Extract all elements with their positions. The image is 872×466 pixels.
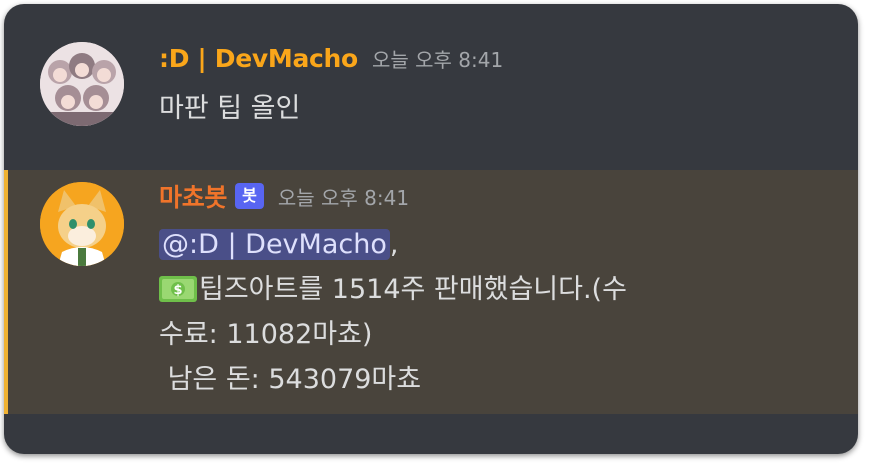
message-content: 마판 팁 올인 [159, 86, 300, 131]
svg-text:$: $ [173, 283, 182, 298]
mention-suffix: , [389, 229, 399, 260]
message-line: 마판 팁 올인 [159, 93, 301, 124]
message-header: :D | DevMacho 오늘 오후 8:41 [159, 44, 503, 73]
message-line: 남은 돈: 543079마쵸 [159, 364, 422, 395]
message-line: 수료: 11082마쵸) [159, 319, 373, 350]
message-bot: 마쵸봇 봇 오늘 오후 8:41 @:D | DevMacho, $ 팁즈아트를… [4, 170, 858, 414]
avatar[interactable] [40, 182, 124, 266]
message-content: @:D | DevMacho, $ 팁즈아트를 1514주 판매했습니다.(수 … [159, 222, 627, 402]
message-line: @:D | DevMacho, [159, 222, 627, 267]
message-text: 팁즈아트를 1514주 판매했습니다.(수 [199, 274, 627, 305]
message-line: $ 팁즈아트를 1514주 판매했습니다.(수 [159, 267, 627, 312]
avatar-image [40, 182, 124, 266]
timestamp: 오늘 오후 8:41 [277, 185, 410, 210]
money-icon: $ [159, 271, 197, 302]
timestamp: 오늘 오후 8:41 [371, 48, 504, 72]
bot-badge: 봇 [235, 183, 264, 209]
avatar[interactable] [40, 42, 124, 126]
message-devmacho: :D | DevMacho 오늘 오후 8:41 마판 팁 올인 [4, 4, 858, 170]
user-mention[interactable]: @:D | DevMacho [159, 229, 390, 260]
username[interactable]: 마쵸봇 [159, 178, 227, 214]
username[interactable]: :D | DevMacho [159, 44, 358, 73]
avatar-image [40, 42, 124, 126]
chat-window: :D | DevMacho 오늘 오후 8:41 마판 팁 올인 마쵸봇 봇 오… [4, 4, 858, 454]
message-header: 마쵸봇 봇 오늘 오후 8:41 [159, 178, 409, 214]
